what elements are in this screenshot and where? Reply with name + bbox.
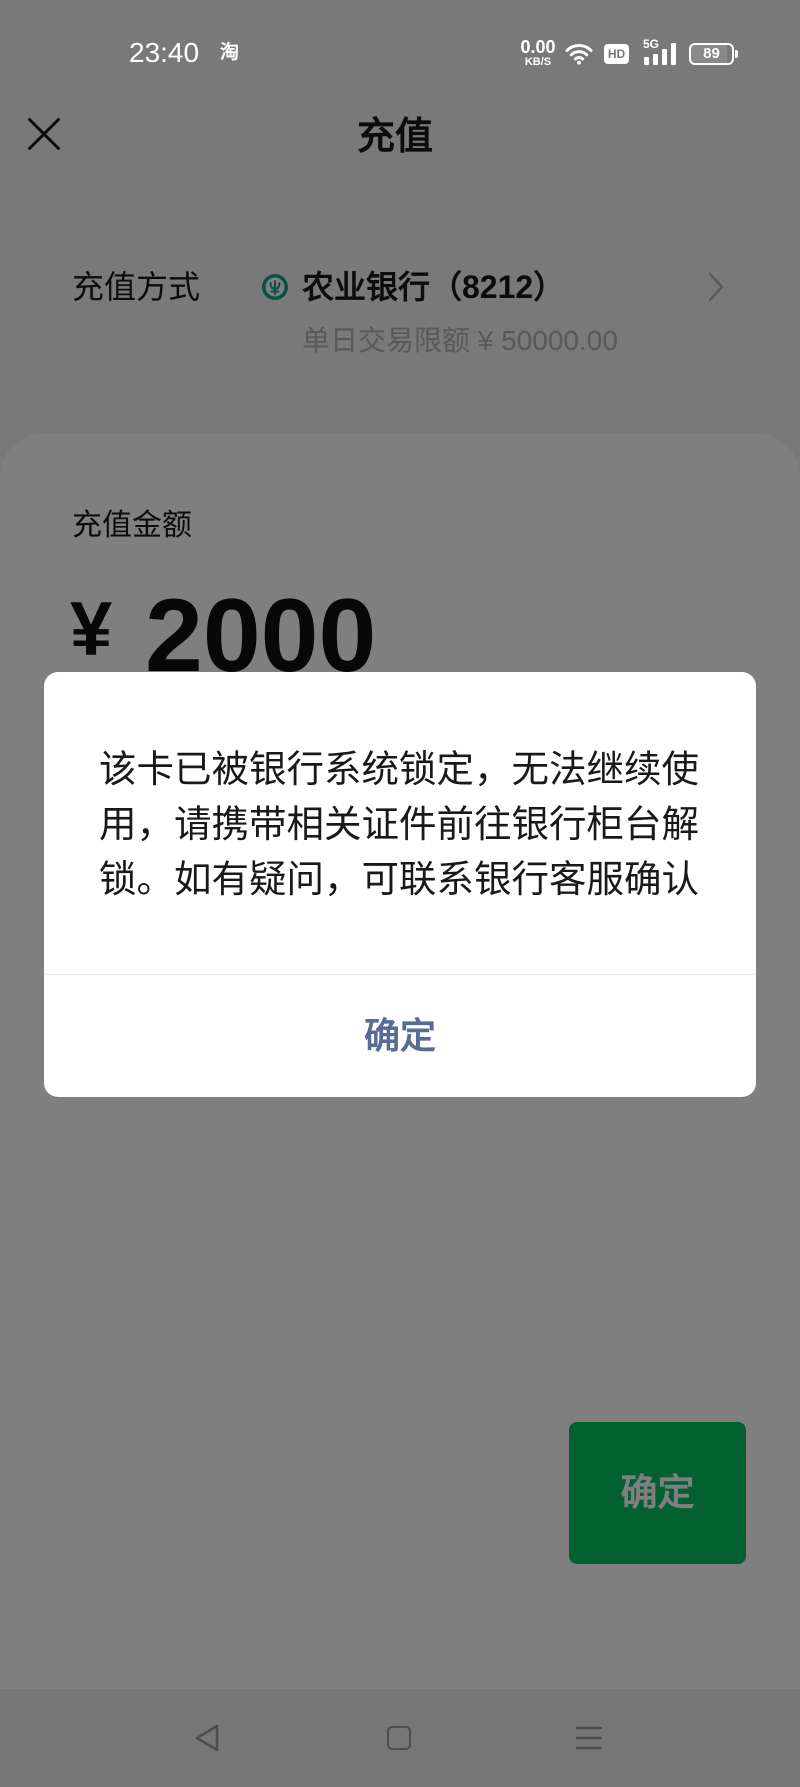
card-locked-dialog: 该卡已被银行系统锁定，无法继续使用，请携带相关证件前往银行柜台解锁。如有疑问，可… xyxy=(44,672,756,1097)
net-speed-value: 0.00 xyxy=(520,37,556,57)
dialog-confirm-button[interactable]: 确定 xyxy=(44,975,756,1097)
dialog-message: 该卡已被银行系统锁定，无法继续使用，请携带相关证件前往银行柜台解锁。如有疑问，可… xyxy=(99,748,699,900)
net-speed-unit: KB/S xyxy=(524,56,552,68)
battery-icon: 89 xyxy=(689,43,734,65)
battery-level: 89 xyxy=(703,45,720,62)
status-time: 23:40 xyxy=(129,37,200,68)
hd-icon: HD xyxy=(604,44,629,64)
status-bar: 23:40 淘 0.00 KB/S HD 5G 89 xyxy=(0,0,800,100)
signal-icon xyxy=(644,43,676,65)
recharge-screen: 充值 充值方式 农业银行（8212） 单日交易限额 ¥ 50000.00 充值金… xyxy=(0,0,800,1787)
wifi-icon xyxy=(565,44,593,65)
battery-cap xyxy=(735,50,738,58)
taobao-notification-icon: 淘 xyxy=(220,42,240,63)
